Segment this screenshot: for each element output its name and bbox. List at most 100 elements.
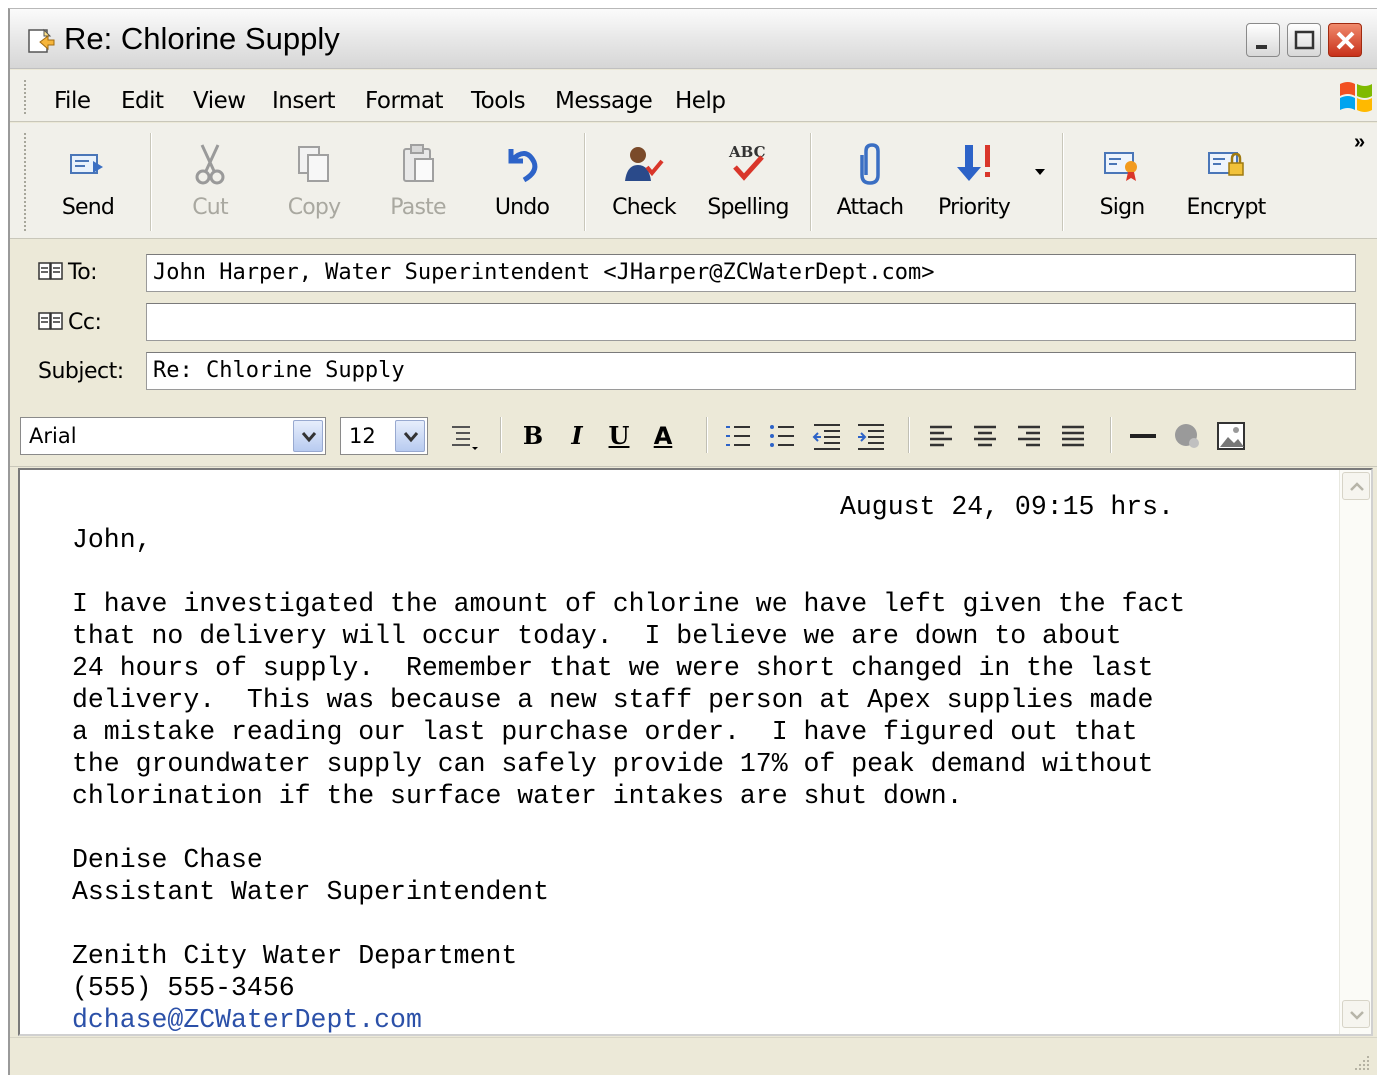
resize-grip-icon[interactable] — [1353, 1054, 1371, 1072]
horizontal-line-button[interactable] — [1126, 417, 1160, 455]
attach-button[interactable]: Attach — [822, 135, 918, 231]
font-dropdown-button[interactable] — [293, 420, 323, 452]
menu-insert[interactable]: Insert — [272, 88, 335, 114]
undo-label: Undo — [494, 195, 550, 220]
message-dateline: August 24, 09:15 hrs. — [840, 492, 1174, 522]
cut-button[interactable]: Cut — [162, 135, 258, 231]
spelling-button[interactable]: ABC Spelling — [700, 135, 796, 231]
hyperlink-button[interactable] — [1170, 417, 1204, 455]
paste-button[interactable]: Paste — [370, 135, 466, 231]
size-dropdown-button[interactable] — [395, 420, 425, 452]
globe-link-icon — [1175, 424, 1199, 448]
title-bar[interactable]: Re: Chlorine Supply — [10, 9, 1377, 69]
horizontal-line-icon — [1130, 434, 1156, 438]
status-bar — [10, 1037, 1377, 1075]
sign-button[interactable]: Sign — [1074, 135, 1170, 231]
priority-label: Priority — [938, 195, 1011, 220]
body-line: chlorination if the surface water intake… — [72, 781, 963, 811]
to-label[interactable]: To: — [38, 260, 98, 285]
toolbar-separator — [584, 133, 586, 231]
minimize-button[interactable] — [1246, 23, 1280, 57]
menu-bar: File Edit View Insert Format Tools Messa… — [10, 70, 1377, 122]
undo-icon — [508, 149, 538, 183]
to-field[interactable]: John Harper, Water Superintendent <JHarp… — [146, 254, 1356, 292]
underline-button[interactable]: U — [602, 417, 636, 455]
chevron-down-icon — [301, 432, 317, 443]
send-button[interactable]: Send — [40, 135, 136, 231]
cc-field[interactable] — [146, 303, 1356, 341]
paperclip-icon — [860, 143, 880, 185]
body-line: a mistake reading our last purchase orde… — [72, 717, 1138, 747]
align-left-button[interactable] — [924, 417, 958, 455]
reply-message-icon — [28, 28, 55, 53]
menu-view[interactable]: View — [193, 88, 246, 114]
menu-edit[interactable]: Edit — [121, 88, 164, 114]
to-label-text: To: — [68, 260, 98, 285]
cc-label-text: Cc: — [68, 310, 102, 335]
vertical-scrollbar[interactable] — [1339, 470, 1371, 1034]
bullet-list-icon — [770, 425, 794, 447]
paragraph-style-button[interactable] — [446, 417, 480, 455]
decrease-indent-icon — [812, 424, 840, 450]
message-body[interactable]: August 24, 09:15 hrs. John, I have inves… — [18, 468, 1373, 1036]
scroll-up-button[interactable] — [1342, 472, 1370, 500]
body-line: the groundwater supply can safely provid… — [72, 749, 1154, 779]
align-right-button[interactable] — [1012, 417, 1046, 455]
formatting-bar: Arial 12 B I U A — [10, 401, 1377, 467]
align-right-icon — [1018, 425, 1040, 447]
menu-help[interactable]: Help — [675, 88, 726, 114]
align-center-button[interactable] — [968, 417, 1002, 455]
menu-message[interactable]: Message — [555, 88, 653, 114]
copy-label: Copy — [287, 195, 341, 220]
format-separator — [908, 417, 910, 453]
maximize-button[interactable] — [1287, 23, 1321, 57]
numbered-list-button[interactable] — [722, 417, 756, 455]
toolbar-separator — [150, 133, 152, 231]
address-book-icon — [38, 312, 63, 330]
undo-button[interactable]: Undo — [474, 135, 570, 231]
italic-button[interactable]: I — [560, 417, 594, 455]
body-line: I have investigated the amount of chlori… — [72, 589, 1186, 619]
encrypt-button[interactable]: Encrypt — [1178, 135, 1274, 231]
font-name-select[interactable]: Arial — [20, 417, 326, 455]
attach-label: Attach — [836, 195, 904, 220]
message-headers: To: John Harper, Water Superintendent <J… — [10, 240, 1377, 400]
sign-label: Sign — [1099, 195, 1146, 220]
paragraph-style-icon — [452, 426, 478, 450]
insert-picture-button[interactable] — [1214, 417, 1248, 455]
justify-button[interactable] — [1056, 417, 1090, 455]
send-icon — [70, 154, 103, 174]
chevron-down-icon — [1350, 1011, 1364, 1020]
scroll-down-button[interactable] — [1342, 1000, 1370, 1028]
align-center-icon — [974, 425, 996, 447]
chevron-down-icon — [403, 432, 419, 443]
decrease-indent-button[interactable] — [810, 417, 844, 455]
copy-button[interactable]: Copy — [266, 135, 362, 231]
signature-phone: (555) 555-3456 — [72, 973, 295, 1003]
font-size-select[interactable]: 12 — [340, 417, 428, 455]
increase-indent-button[interactable] — [854, 417, 888, 455]
signature-email-link[interactable]: dchase@ZCWaterDept.com — [72, 1004, 422, 1034]
menu-format[interactable]: Format — [365, 88, 444, 114]
close-button[interactable] — [1328, 23, 1362, 57]
bullet-list-button[interactable] — [766, 417, 800, 455]
menu-tools[interactable]: Tools — [471, 88, 526, 114]
check-names-button[interactable]: Check — [596, 135, 692, 231]
menu-grip[interactable] — [24, 80, 27, 114]
font-size-value: 12 — [349, 424, 376, 448]
window-title: Re: Chlorine Supply — [64, 21, 340, 56]
subject-field[interactable]: Re: Chlorine Supply — [146, 352, 1356, 390]
font-color-button[interactable]: A — [646, 417, 680, 455]
paste-icon — [403, 144, 434, 182]
priority-button[interactable]: Priority — [926, 135, 1022, 231]
spelling-icon: ABC — [728, 143, 766, 181]
toolbar-overflow-chevron[interactable]: » — [1354, 131, 1365, 154]
menu-file[interactable]: File — [54, 88, 91, 114]
toolbar-grip[interactable] — [24, 133, 27, 231]
increase-indent-icon — [858, 424, 884, 450]
toolbar-separator — [1062, 133, 1064, 231]
bold-button[interactable]: B — [516, 417, 550, 455]
cc-label[interactable]: Cc: — [38, 310, 102, 335]
priority-dropdown-icon[interactable] — [1034, 167, 1048, 177]
scissors-icon — [195, 144, 225, 185]
